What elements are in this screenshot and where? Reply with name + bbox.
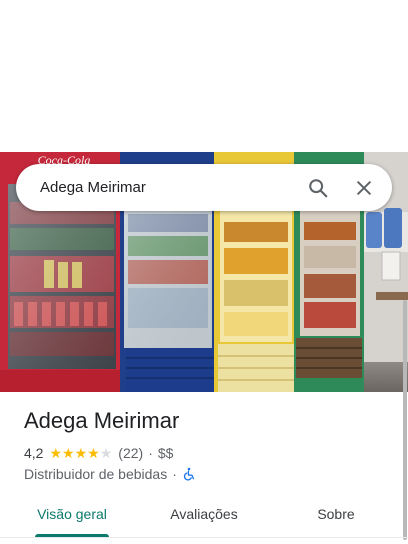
- price-level: $$: [157, 445, 174, 461]
- star-icon: ★: [74, 445, 88, 461]
- place-tabs: Visão geral Avaliações Sobre: [0, 495, 408, 537]
- rating-value: 4,2: [24, 445, 44, 461]
- separator: ·: [148, 445, 153, 461]
- tab-label: Visão geral: [37, 506, 107, 522]
- search-icon: [309, 178, 328, 197]
- tabs-divider: [0, 537, 408, 538]
- search-button[interactable]: [298, 168, 338, 208]
- rating-row: 4,2 ★ ★ ★ ★ ★ (22) · $$: [24, 444, 173, 462]
- tab-reviews[interactable]: Avaliações: [144, 495, 264, 533]
- search-bar[interactable]: Adega Meirimar: [16, 164, 392, 211]
- place-title: Adega Meirimar: [24, 408, 180, 433]
- close-button[interactable]: [344, 168, 384, 208]
- star-icon: ★: [87, 445, 100, 461]
- category-row: Distribuidor de bebidas ·: [24, 465, 196, 483]
- tab-label: Avaliações: [170, 506, 238, 522]
- place-category[interactable]: Distribuidor de bebidas: [24, 466, 167, 482]
- tab-overview[interactable]: Visão geral: [0, 495, 144, 537]
- place-panel: Coca-Cola Adega Meirimar Adega Meirimar …: [0, 0, 408, 544]
- separator: ·: [172, 466, 177, 482]
- close-icon: [357, 180, 371, 195]
- wheelchair-icon[interactable]: [182, 467, 196, 481]
- star-icon: ★: [49, 445, 63, 461]
- star-icon: ★: [99, 445, 113, 461]
- star-icon: ★: [62, 445, 75, 461]
- tab-about[interactable]: Sobre: [264, 495, 408, 533]
- rating-stars[interactable]: ★ ★ ★ ★ ★: [49, 446, 112, 460]
- review-count[interactable]: (22): [118, 445, 143, 461]
- tab-label: Sobre: [317, 506, 355, 522]
- search-input[interactable]: Adega Meirimar: [16, 179, 298, 196]
